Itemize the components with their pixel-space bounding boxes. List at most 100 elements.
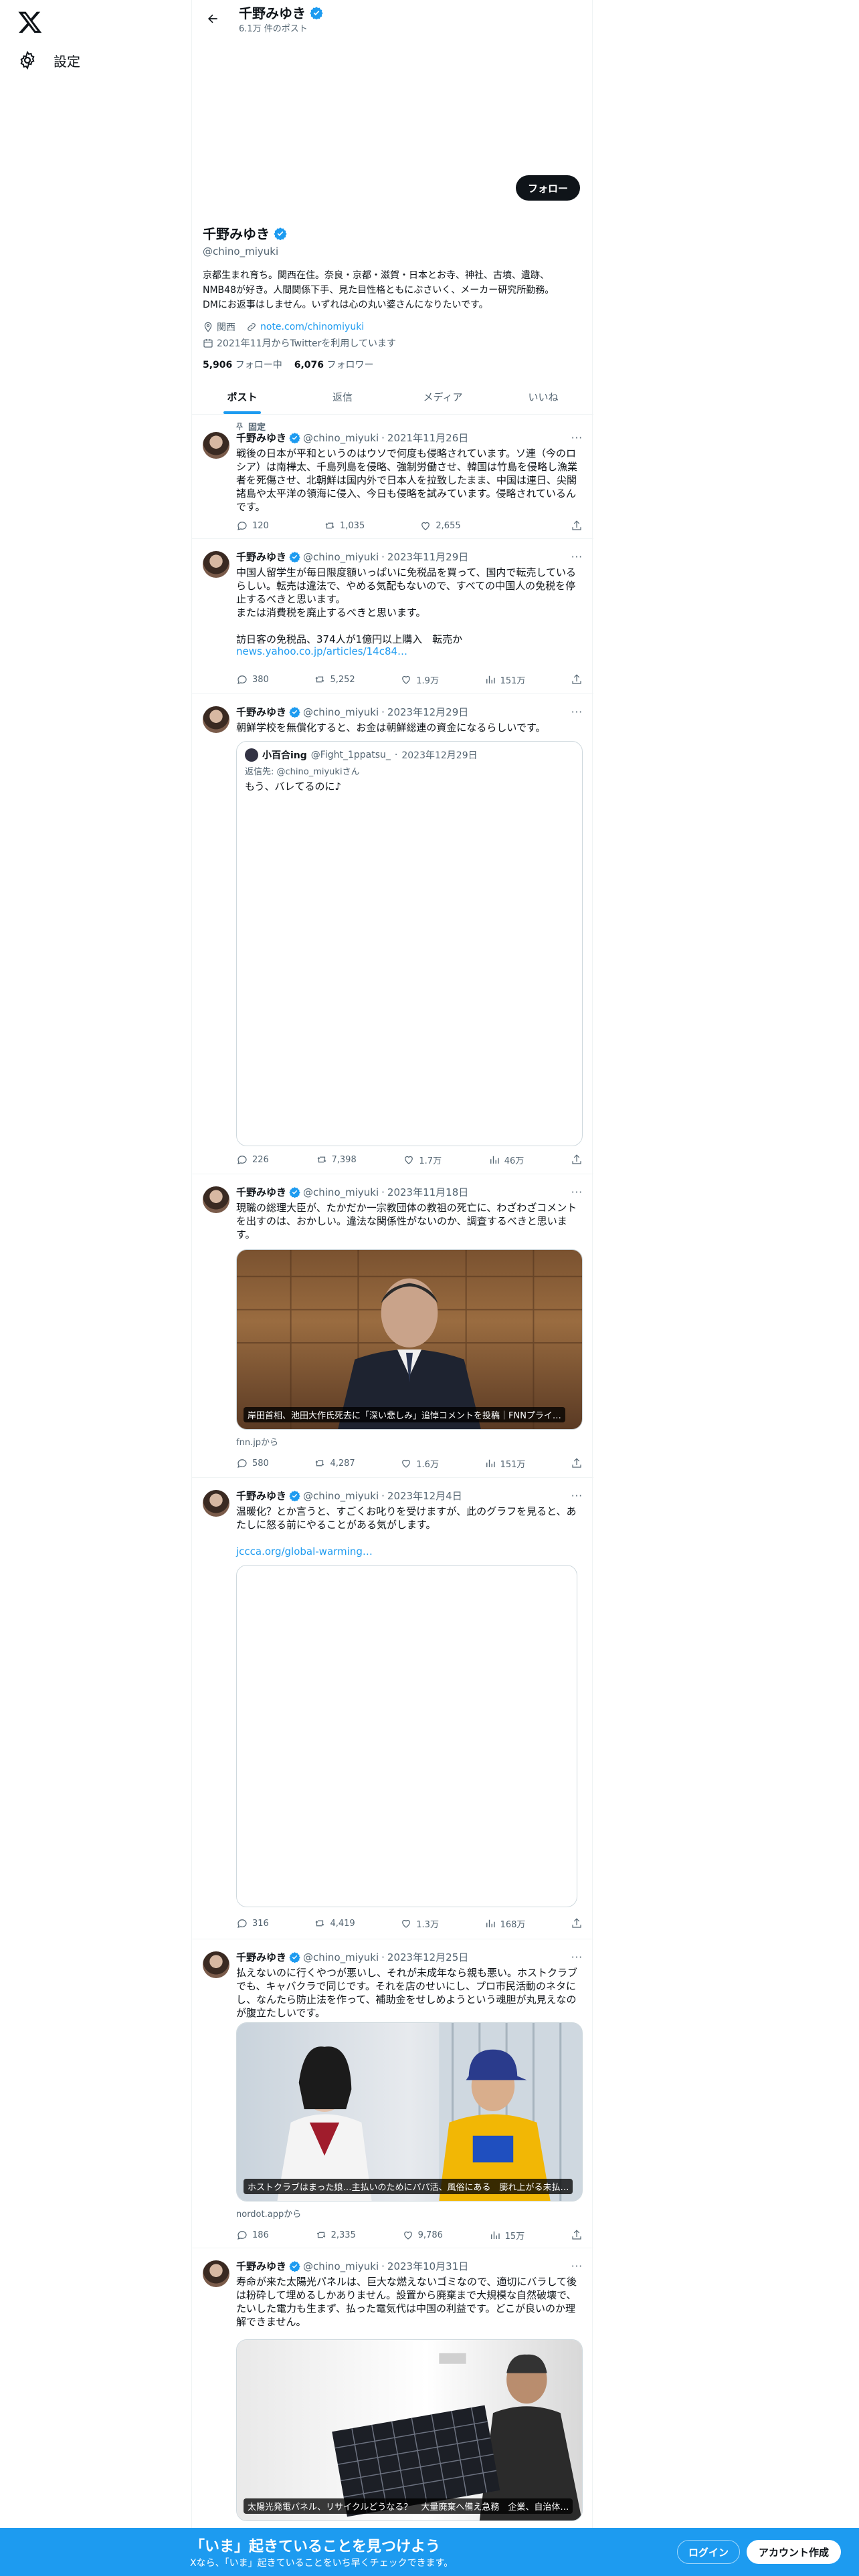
views-button[interactable]: 151万 <box>484 673 525 686</box>
tab-media[interactable]: メディア <box>393 380 493 414</box>
repost-button[interactable]: 1,035 <box>324 519 365 532</box>
repost-button[interactable]: 4,419 <box>314 1917 355 1930</box>
more-options-icon[interactable]: ··· <box>571 551 583 563</box>
tweet-author-name[interactable]: 千野みゆき <box>236 705 286 719</box>
tab-likes[interactable]: いいね <box>493 380 593 414</box>
reply-button[interactable]: 316 <box>236 1917 269 1930</box>
following-link[interactable]: 5,906 フォロー中 <box>203 358 282 371</box>
reply-icon <box>237 2231 247 2240</box>
views-button[interactable]: 168万 <box>484 1917 525 1930</box>
tweet-author-handle: @chino_miyuki <box>303 1489 379 1502</box>
views-button[interactable]: 46万 <box>488 1153 524 1166</box>
tweet-author-name[interactable]: 千野みゆき <box>236 1489 286 1503</box>
tweet-date[interactable]: 2023年12月29日 <box>387 705 468 719</box>
more-options-icon[interactable]: ··· <box>571 432 583 444</box>
login-button[interactable]: ログイン <box>677 2540 741 2564</box>
repost-button[interactable]: 4,287 <box>314 1457 355 1470</box>
like-button[interactable]: 2,655 <box>419 519 461 532</box>
quoted-tweet[interactable]: 小百合ing @Fight_1ppatsu_ · 2023年12月29日 返信先… <box>236 741 583 1146</box>
profile-link[interactable]: note.com/chinomiyuki <box>246 322 364 332</box>
followers-link[interactable]: 6,076 フォロワー <box>294 358 374 371</box>
tweet-author-name[interactable]: 千野みゆき <box>236 431 286 445</box>
profile-location-text: 関西 <box>217 322 235 333</box>
tweet[interactable]: 千野みゆき @chino_miyuki · 2023年12月4日 ··· 温暖化… <box>192 1478 593 1939</box>
share-button[interactable] <box>571 673 583 686</box>
banner-subtitle: Xなら、「いま」起きていることをいち早くチェックできます。 <box>190 2558 454 2569</box>
more-options-icon[interactable]: ··· <box>571 1951 583 1963</box>
avatar[interactable] <box>203 1490 229 1517</box>
tweet[interactable]: 千野みゆき @chino_miyuki · 2023年12月29日 ··· 朝鮮… <box>192 694 593 1174</box>
tweet-link[interactable]: news.yahoo.co.jp/articles/14c84… <box>236 645 583 658</box>
like-button[interactable]: 1.9万 <box>400 673 439 686</box>
share-button[interactable] <box>571 519 583 532</box>
profile-handle: @chino_miyuki <box>203 245 279 257</box>
repost-button[interactable]: 7,398 <box>316 1153 357 1166</box>
tweet-date[interactable]: 2023年11月18日 <box>387 1185 468 1199</box>
more-options-icon[interactable]: ··· <box>571 1186 583 1198</box>
tab-posts[interactable]: ポスト <box>192 380 292 414</box>
tweet-author-name[interactable]: 千野みゆき <box>236 550 286 564</box>
share-icon <box>572 520 581 530</box>
back-button[interactable] <box>201 7 224 30</box>
x-logo-icon[interactable] <box>17 9 43 35</box>
views-button[interactable]: 151万 <box>484 1457 525 1470</box>
like-button[interactable]: 1.3万 <box>400 1917 439 1930</box>
tweet[interactable]: 千野みゆき @chino_miyuki · 2023年11月18日 ··· 現職… <box>192 1174 593 1478</box>
avatar[interactable] <box>203 1951 229 1978</box>
tweet-header: 千野みゆき @chino_miyuki · 2021年11月26日 ··· <box>236 431 583 445</box>
like-button[interactable]: 1.6万 <box>400 1457 439 1470</box>
tweet[interactable]: 千野みゆき @chino_miyuki · 2023年10月31日 ··· 寿命… <box>192 2248 593 2576</box>
avatar[interactable] <box>203 2260 229 2287</box>
reply-button[interactable]: 580 <box>236 1457 269 1470</box>
avatar[interactable] <box>203 1186 229 1213</box>
link-card-source[interactable]: nordot.appから <box>236 2207 301 2220</box>
more-options-icon[interactable]: ··· <box>571 2260 583 2272</box>
tweet-date[interactable]: 2021年11月26日 <box>387 431 468 445</box>
link-card-title: 太陽光発電パネル、リサイクルどうなる？ 大量廃棄へ備え急務 企業、自治体… <box>244 2498 573 2514</box>
repost-button[interactable]: 2,335 <box>315 2228 356 2242</box>
more-options-icon[interactable]: ··· <box>571 1490 583 1502</box>
tweet-author-handle: @chino_miyuki <box>303 431 379 444</box>
tweet-date[interactable]: 2023年12月4日 <box>387 1489 462 1503</box>
share-button[interactable] <box>571 1457 583 1470</box>
tweet-date[interactable]: 2023年11月29日 <box>387 550 468 564</box>
share-button[interactable] <box>571 1917 583 1930</box>
link-card-placeholder[interactable] <box>236 1565 577 1907</box>
views-button[interactable]: 15万 <box>489 2228 524 2242</box>
tweet-link[interactable]: jccca.org/global-warming… <box>236 1545 583 1558</box>
repost-button[interactable]: 5,252 <box>314 673 355 686</box>
tweet-author-handle: @chino_miyuki <box>303 1186 379 1198</box>
nav-item-settings[interactable]: 設定 <box>17 47 80 74</box>
tweet-date[interactable]: 2023年12月25日 <box>387 1950 468 1964</box>
link-card-image[interactable]: 太陽光発電パネル、リサイクルどうなる？ 大量廃棄へ備え急務 企業、自治体… <box>236 2339 583 2521</box>
reply-button[interactable]: 226 <box>236 1153 269 1166</box>
avatar[interactable] <box>203 551 229 578</box>
share-button[interactable] <box>571 2228 583 2242</box>
follow-button[interactable]: フォロー <box>515 175 580 201</box>
like-button[interactable]: 9,786 <box>402 2228 443 2242</box>
tweet[interactable]: 千野みゆき @chino_miyuki · 2023年12月25日 ··· 払え… <box>192 1939 593 2248</box>
tweet-author-name[interactable]: 千野みゆき <box>236 1185 286 1199</box>
tweet-date[interactable]: 2023年10月31日 <box>387 2259 468 2273</box>
quoted-date: 2023年12月29日 <box>401 750 478 761</box>
reply-button[interactable]: 186 <box>236 2228 269 2242</box>
signup-button[interactable]: アカウント作成 <box>747 2540 842 2564</box>
share-button[interactable] <box>571 1153 583 1166</box>
link-card-source[interactable]: fnn.jpから <box>236 1435 278 1448</box>
tweet-author-name[interactable]: 千野みゆき <box>236 2259 286 2273</box>
link-card-image[interactable]: 岸田首相、池田大作氏死去に「深い悲しみ」追悼コメントを投稿｜FNNプライ… <box>236 1249 583 1430</box>
tweet[interactable]: 固定 千野みゆき @chino_miyuki · 2021年11月26日 ···… <box>192 415 593 539</box>
avatar[interactable] <box>203 706 229 733</box>
link-card-image[interactable]: ホストクラブはまった娘…主払いのためにパパ活、風俗にある 膨れ上がる未払… <box>236 2022 583 2202</box>
tweet-author-name[interactable]: 千野みゆき <box>236 1950 286 1964</box>
reply-button[interactable]: 120 <box>236 519 269 532</box>
reply-button[interactable]: 380 <box>236 673 269 686</box>
more-options-icon[interactable]: ··· <box>571 706 583 718</box>
gear-icon <box>20 50 35 70</box>
tab-replies[interactable]: 返信 <box>292 380 393 414</box>
tweet[interactable]: 千野みゆき @chino_miyuki · 2023年11月29日 ··· 中国… <box>192 539 593 694</box>
avatar[interactable] <box>203 432 229 459</box>
profile-link-text[interactable]: note.com/chinomiyuki <box>260 322 364 332</box>
verified-badge-icon <box>289 1491 300 1501</box>
like-button[interactable]: 1.7万 <box>403 1153 442 1166</box>
